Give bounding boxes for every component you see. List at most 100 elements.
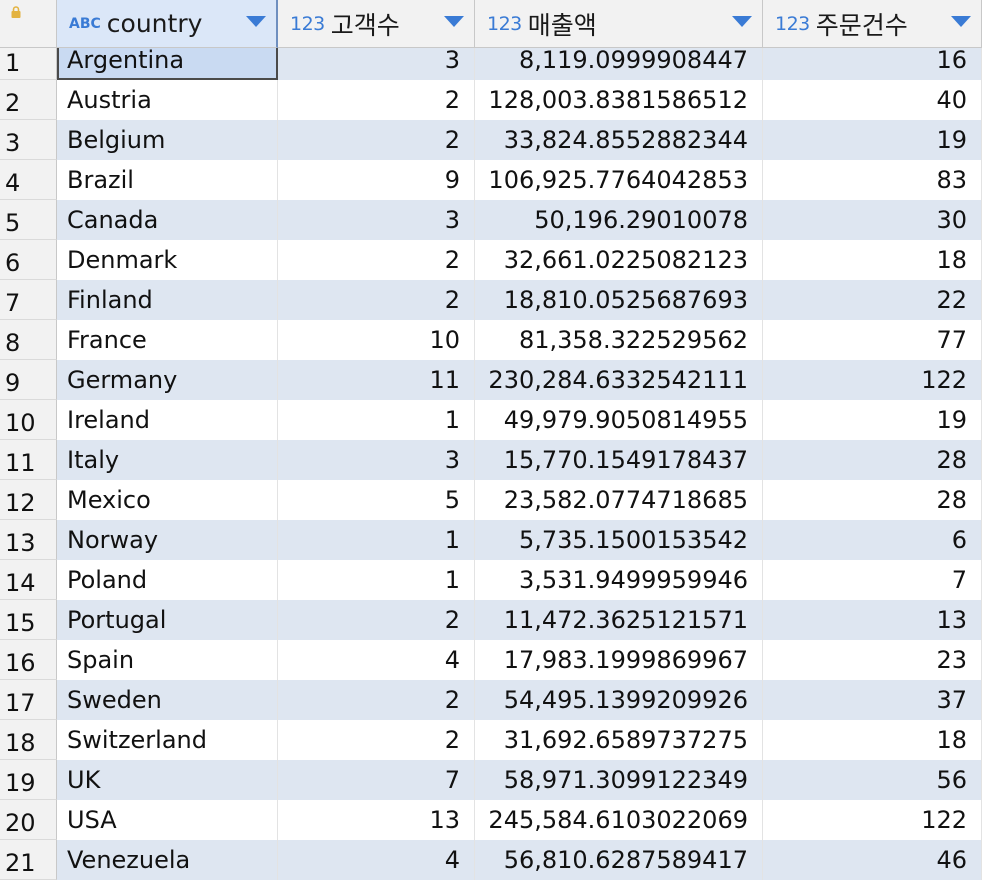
cell-customers[interactable]: 2 bbox=[278, 240, 475, 280]
cell-customers[interactable]: 4 bbox=[278, 640, 475, 680]
cell-orders[interactable]: 19 bbox=[763, 120, 982, 160]
row-number[interactable]: 11 bbox=[0, 440, 57, 480]
cell-country[interactable]: Ireland bbox=[57, 400, 278, 440]
cell-country[interactable]: France bbox=[57, 320, 278, 360]
cell-orders[interactable]: 83 bbox=[763, 160, 982, 200]
cell-customers[interactable]: 2 bbox=[278, 80, 475, 120]
cell-sales[interactable]: 56,810.6287589417 bbox=[475, 840, 763, 880]
row-number[interactable]: 10 bbox=[0, 400, 57, 440]
cell-sales[interactable]: 50,196.29010078 bbox=[475, 200, 763, 240]
row-number[interactable]: 2 bbox=[0, 80, 57, 120]
cell-orders[interactable]: 28 bbox=[763, 440, 982, 480]
cell-customers[interactable]: 4 bbox=[278, 840, 475, 880]
sort-arrow-icon[interactable] bbox=[444, 16, 464, 27]
cell-sales[interactable]: 3,531.9499959946 bbox=[475, 560, 763, 600]
row-number[interactable]: 21 bbox=[0, 840, 57, 880]
row-number[interactable]: 8 bbox=[0, 320, 57, 360]
cell-country[interactable]: Norway bbox=[57, 520, 278, 560]
cell-orders[interactable]: 13 bbox=[763, 600, 982, 640]
cell-orders[interactable]: 40 bbox=[763, 80, 982, 120]
cell-orders[interactable]: 30 bbox=[763, 200, 982, 240]
cell-country[interactable]: Portugal bbox=[57, 600, 278, 640]
cell-country[interactable]: USA bbox=[57, 800, 278, 840]
cell-sales[interactable]: 11,472.3625121571 bbox=[475, 600, 763, 640]
cell-orders[interactable]: 56 bbox=[763, 760, 982, 800]
cell-customers[interactable]: 1 bbox=[278, 400, 475, 440]
cell-orders[interactable]: 23 bbox=[763, 640, 982, 680]
cell-sales[interactable]: 32,661.0225082123 bbox=[475, 240, 763, 280]
cell-country[interactable]: Brazil bbox=[57, 160, 278, 200]
row-number[interactable]: 5 bbox=[0, 200, 57, 240]
cell-country[interactable]: Canada bbox=[57, 200, 278, 240]
cell-country[interactable]: Italy bbox=[57, 440, 278, 480]
row-number[interactable]: 7 bbox=[0, 280, 57, 320]
sort-arrow-icon[interactable] bbox=[246, 16, 266, 27]
cell-orders[interactable]: 19 bbox=[763, 400, 982, 440]
cell-sales[interactable]: 15,770.1549178437 bbox=[475, 440, 763, 480]
row-number[interactable]: 9 bbox=[0, 360, 57, 400]
cell-customers[interactable]: 1 bbox=[278, 560, 475, 600]
cell-country[interactable]: Sweden bbox=[57, 680, 278, 720]
cell-sales[interactable]: 245,584.6103022069 bbox=[475, 800, 763, 840]
cell-customers[interactable]: 5 bbox=[278, 480, 475, 520]
cell-customers[interactable]: 2 bbox=[278, 600, 475, 640]
column-header-country[interactable]: ABC country bbox=[57, 0, 278, 48]
cell-orders[interactable]: 77 bbox=[763, 320, 982, 360]
cell-country[interactable]: Venezuela bbox=[57, 840, 278, 880]
cell-sales[interactable]: 106,925.7764042853 bbox=[475, 160, 763, 200]
cell-orders[interactable]: 18 bbox=[763, 720, 982, 760]
cell-sales[interactable]: 54,495.1399209926 bbox=[475, 680, 763, 720]
cell-orders[interactable]: 46 bbox=[763, 840, 982, 880]
cell-orders[interactable]: 122 bbox=[763, 360, 982, 400]
cell-orders[interactable]: 6 bbox=[763, 520, 982, 560]
grid-corner[interactable] bbox=[0, 0, 57, 48]
cell-sales[interactable]: 17,983.1999869967 bbox=[475, 640, 763, 680]
cell-customers[interactable]: 2 bbox=[278, 280, 475, 320]
cell-orders[interactable]: 18 bbox=[763, 240, 982, 280]
cell-customers[interactable]: 10 bbox=[278, 320, 475, 360]
cell-customers[interactable]: 11 bbox=[278, 360, 475, 400]
column-header-orders[interactable]: 123 주문건수 bbox=[763, 0, 982, 48]
row-number[interactable]: 18 bbox=[0, 720, 57, 760]
cell-orders[interactable]: 28 bbox=[763, 480, 982, 520]
cell-country[interactable]: Mexico bbox=[57, 480, 278, 520]
cell-orders[interactable]: 37 bbox=[763, 680, 982, 720]
cell-country[interactable]: Switzerland bbox=[57, 720, 278, 760]
cell-customers[interactable]: 9 bbox=[278, 160, 475, 200]
cell-customers[interactable]: 3 bbox=[278, 200, 475, 240]
cell-orders[interactable]: 122 bbox=[763, 800, 982, 840]
cell-customers[interactable]: 2 bbox=[278, 680, 475, 720]
cell-sales[interactable]: 81,358.322529562 bbox=[475, 320, 763, 360]
row-number[interactable]: 14 bbox=[0, 560, 57, 600]
sort-arrow-icon[interactable] bbox=[732, 16, 752, 27]
cell-orders[interactable]: 7 bbox=[763, 560, 982, 600]
cell-sales[interactable]: 128,003.8381586512 bbox=[475, 80, 763, 120]
row-number[interactable]: 4 bbox=[0, 160, 57, 200]
row-number[interactable]: 17 bbox=[0, 680, 57, 720]
cell-sales[interactable]: 31,692.6589737275 bbox=[475, 720, 763, 760]
cell-country[interactable]: Finland bbox=[57, 280, 278, 320]
cell-country[interactable]: Poland bbox=[57, 560, 278, 600]
cell-country[interactable]: Germany bbox=[57, 360, 278, 400]
cell-sales[interactable]: 58,971.3099122349 bbox=[475, 760, 763, 800]
cell-country[interactable]: Belgium bbox=[57, 120, 278, 160]
cell-sales[interactable]: 49,979.9050814955 bbox=[475, 400, 763, 440]
sort-arrow-icon[interactable] bbox=[951, 16, 971, 27]
cell-country[interactable]: Spain bbox=[57, 640, 278, 680]
cell-orders[interactable]: 22 bbox=[763, 280, 982, 320]
row-number[interactable]: 15 bbox=[0, 600, 57, 640]
cell-sales[interactable]: 230,284.6332542111 bbox=[475, 360, 763, 400]
cell-customers[interactable]: 1 bbox=[278, 520, 475, 560]
cell-customers[interactable]: 7 bbox=[278, 760, 475, 800]
row-number[interactable]: 6 bbox=[0, 240, 57, 280]
cell-sales[interactable]: 33,824.8552882344 bbox=[475, 120, 763, 160]
cell-sales[interactable]: 23,582.0774718685 bbox=[475, 480, 763, 520]
cell-customers[interactable]: 2 bbox=[278, 120, 475, 160]
cell-customers[interactable]: 13 bbox=[278, 800, 475, 840]
row-number[interactable]: 20 bbox=[0, 800, 57, 840]
cell-customers[interactable]: 3 bbox=[278, 440, 475, 480]
column-header-sales[interactable]: 123 매출액 bbox=[475, 0, 763, 48]
cell-sales[interactable]: 18,810.0525687693 bbox=[475, 280, 763, 320]
row-number[interactable]: 12 bbox=[0, 480, 57, 520]
column-header-customers[interactable]: 123 고객수 bbox=[278, 0, 475, 48]
